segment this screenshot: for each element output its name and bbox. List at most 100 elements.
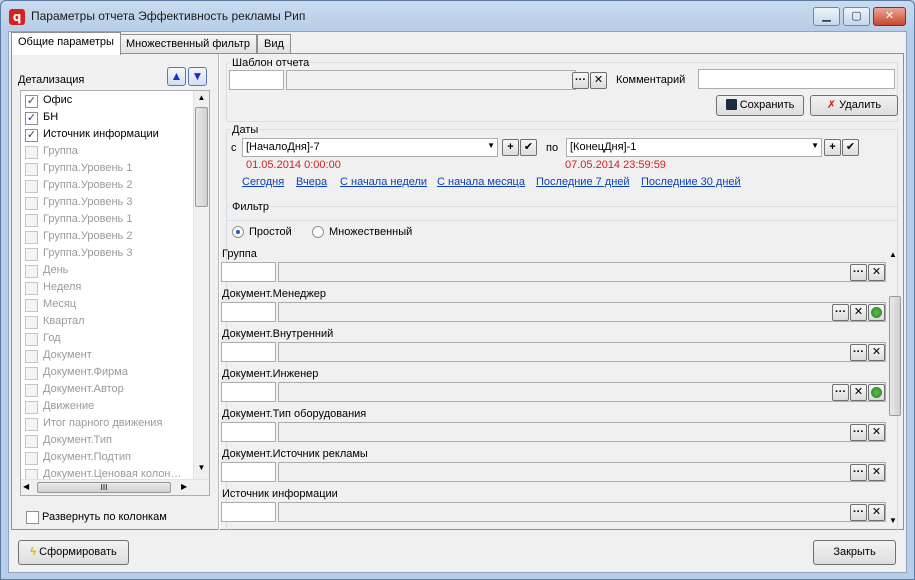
quick-date-week-start[interactable]: С начала недели xyxy=(340,176,427,188)
template-name-input[interactable] xyxy=(286,70,576,90)
detail-item-checkbox[interactable] xyxy=(25,146,38,159)
detail-item-checkbox[interactable]: ✓ xyxy=(25,129,38,142)
detail-list[interactable]: ✓ Офис ✓ БН ✓ Источник информации Группа Группа… xyxy=(20,90,210,496)
filter-field-code-input[interactable] xyxy=(221,342,276,362)
date-from-apply-button[interactable]: ✔ xyxy=(520,139,537,156)
detail-hscroll-thumb[interactable]: III xyxy=(37,482,171,493)
minimize-button[interactable]: ▁ xyxy=(813,7,840,26)
detail-item[interactable]: Группа.Уровень 2 xyxy=(23,178,183,195)
date-from-plus-button[interactable]: + xyxy=(502,139,519,156)
detail-item-checkbox[interactable] xyxy=(25,248,38,261)
detail-item[interactable]: Документ.Автор xyxy=(23,382,183,399)
close-window-button[interactable]: ✕ xyxy=(873,7,906,26)
quick-date-month-start[interactable]: С начала месяца xyxy=(437,176,525,188)
filter-mode-multi-radio[interactable] xyxy=(312,226,324,238)
filter-browse-button[interactable]: ··· xyxy=(850,464,867,481)
filter-field-value-input[interactable] xyxy=(278,462,886,482)
tab-general[interactable]: Общие параметры xyxy=(11,32,121,55)
detail-item[interactable]: Документ.Фирма xyxy=(23,365,183,382)
run-report-button[interactable]: ϟ Сформировать xyxy=(18,540,129,565)
filter-field-code-input[interactable] xyxy=(221,382,276,402)
detail-item-checkbox[interactable] xyxy=(25,418,38,431)
tab-multi-filter[interactable]: Множественный фильтр xyxy=(119,34,257,54)
detail-item-checkbox[interactable] xyxy=(25,214,38,227)
filter-field-value-input[interactable] xyxy=(278,502,886,522)
detail-vscrollbar[interactable]: ▲ ▼ xyxy=(193,91,209,479)
title-bar[interactable]: q Параметры отчета Эффективность рекламы… xyxy=(1,1,914,31)
detail-item-checkbox[interactable] xyxy=(25,333,38,346)
filter-clear-button[interactable]: ✕ xyxy=(868,424,885,441)
template-browse-button[interactable]: ··· xyxy=(572,72,589,89)
filter-clear-button[interactable]: ✕ xyxy=(868,344,885,361)
detail-item[interactable]: Год xyxy=(23,331,183,348)
detail-item[interactable]: Документ.Тип xyxy=(23,433,183,450)
detail-item[interactable]: Группа.Уровень 3 xyxy=(23,246,183,263)
detail-item[interactable]: ✓ Источник информации xyxy=(23,127,183,144)
save-template-button[interactable]: Сохранить xyxy=(716,95,804,116)
detail-item[interactable]: Группа.Уровень 1 xyxy=(23,212,183,229)
detail-hscrollbar[interactable]: ◀ III ▶ xyxy=(21,479,209,495)
detail-item[interactable]: ✓ Офис xyxy=(23,93,183,110)
filter-field-code-input[interactable] xyxy=(221,502,276,522)
detail-item-checkbox[interactable] xyxy=(25,299,38,312)
detail-item-checkbox[interactable] xyxy=(25,350,38,363)
filter-field-code-input[interactable] xyxy=(221,302,276,322)
chevron-down-icon[interactable]: ▼ xyxy=(487,141,495,150)
filter-clear-button[interactable]: ✕ xyxy=(868,504,885,521)
detail-item-checkbox[interactable] xyxy=(25,282,38,295)
close-button[interactable]: Закрыть xyxy=(813,540,896,565)
detail-vscroll-thumb[interactable] xyxy=(195,107,208,207)
filter-field-value-input[interactable] xyxy=(278,342,886,362)
detail-item-checkbox[interactable]: ✓ xyxy=(25,112,38,125)
filter-mode-simple-radio[interactable] xyxy=(232,226,244,238)
tab-view[interactable]: Вид xyxy=(257,34,291,54)
filter-clear-button[interactable]: ✕ xyxy=(868,464,885,481)
comment-input[interactable] xyxy=(698,69,895,89)
date-to-plus-button[interactable]: + xyxy=(824,139,841,156)
filter-clear-button[interactable]: ✕ xyxy=(868,264,885,281)
filter-browse-button[interactable]: ··· xyxy=(850,344,867,361)
filter-field-value-input[interactable] xyxy=(278,302,886,322)
detail-item[interactable]: Неделя xyxy=(23,280,183,297)
template-clear-button[interactable]: ✕ xyxy=(590,72,607,89)
filter-field-value-input[interactable] xyxy=(278,422,886,442)
maximize-button[interactable]: ▢ xyxy=(843,7,870,26)
detail-item[interactable]: Квартал xyxy=(23,314,183,331)
detail-item-checkbox[interactable] xyxy=(25,316,38,329)
detail-item[interactable]: Группа.Уровень 2 xyxy=(23,229,183,246)
detail-item-checkbox[interactable] xyxy=(25,401,38,414)
detail-item[interactable]: Движение xyxy=(23,399,183,416)
filter-browse-button[interactable]: ··· xyxy=(832,384,849,401)
detail-item-checkbox[interactable] xyxy=(25,180,38,193)
filter-vscrollbar[interactable]: ▲ ▼ xyxy=(888,250,902,530)
detail-item-checkbox[interactable] xyxy=(25,452,38,465)
filter-browse-button[interactable]: ··· xyxy=(832,304,849,321)
delete-template-button[interactable]: ✗ Удалить xyxy=(810,95,898,116)
quick-date-last-30[interactable]: Последние 30 дней xyxy=(641,176,741,188)
date-from-combo[interactable]: [НачалоДня]-7 ▼ xyxy=(242,138,498,157)
expand-columns-checkbox[interactable] xyxy=(26,511,39,524)
detail-item-checkbox[interactable] xyxy=(25,265,38,278)
filter-vscroll-thumb[interactable] xyxy=(889,296,901,416)
detail-item-checkbox[interactable] xyxy=(25,197,38,210)
filter-field-value-input[interactable] xyxy=(278,262,886,282)
filter-field-value-input[interactable] xyxy=(278,382,886,402)
filter-field-code-input[interactable] xyxy=(221,262,276,282)
detail-item[interactable]: ✓ БН xyxy=(23,110,183,127)
filter-clear-button[interactable]: ✕ xyxy=(850,384,867,401)
filter-browse-button[interactable]: ··· xyxy=(850,504,867,521)
detail-item[interactable]: Месяц xyxy=(23,297,183,314)
filter-browse-button[interactable]: ··· xyxy=(850,264,867,281)
move-down-button[interactable]: ▼ xyxy=(188,67,207,86)
filter-field-code-input[interactable] xyxy=(221,462,276,482)
filter-extra-button[interactable] xyxy=(868,384,885,401)
template-code-input[interactable] xyxy=(229,70,284,90)
detail-item-checkbox[interactable] xyxy=(25,231,38,244)
detail-item-checkbox[interactable] xyxy=(25,367,38,380)
date-to-combo[interactable]: [КонецДня]-1 ▼ xyxy=(566,138,822,157)
filter-extra-button[interactable] xyxy=(868,304,885,321)
move-up-button[interactable]: ▲ xyxy=(167,67,186,86)
detail-item-checkbox[interactable]: ✓ xyxy=(25,95,38,108)
detail-item[interactable]: Группа xyxy=(23,144,183,161)
filter-clear-button[interactable]: ✕ xyxy=(850,304,867,321)
